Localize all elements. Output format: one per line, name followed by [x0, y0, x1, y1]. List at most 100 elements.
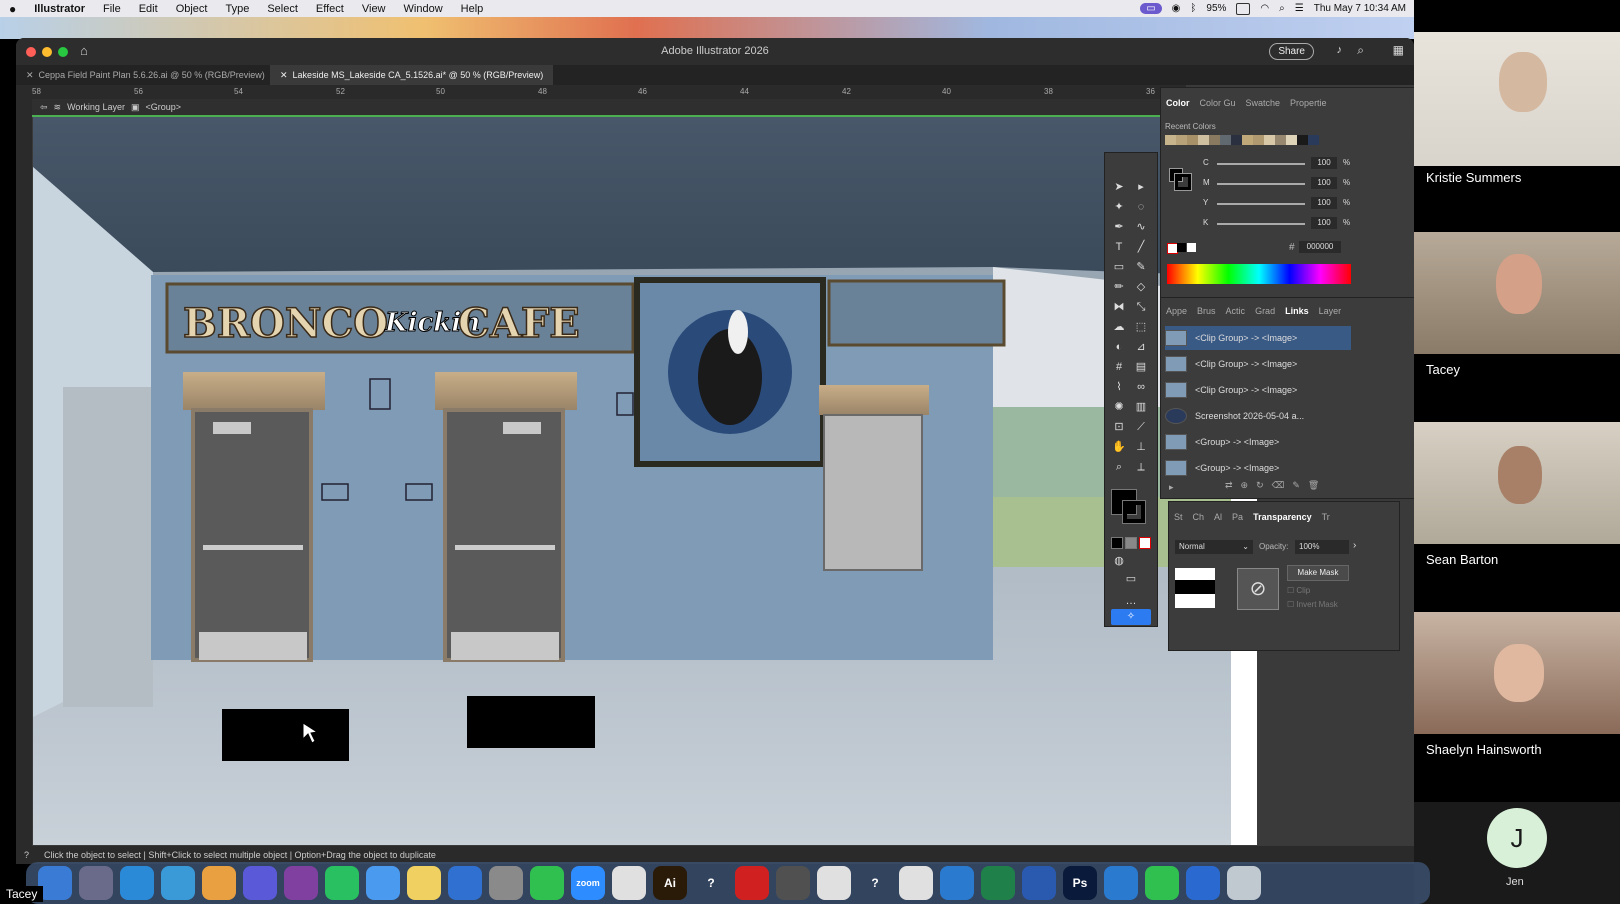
- menu-file[interactable]: File: [94, 3, 130, 15]
- recent-color-swatch[interactable]: [1176, 135, 1187, 145]
- menu-select[interactable]: Select: [258, 3, 307, 15]
- clip-checkbox[interactable]: ☐ Clip: [1287, 586, 1310, 595]
- link-row[interactable]: Screenshot 2026-05-04 a...: [1165, 404, 1351, 428]
- channel-m-slider[interactable]: [1217, 183, 1305, 185]
- horizontal-ruler[interactable]: 58 56 54 52 50 48 46 44 42 40 38 36: [16, 85, 1186, 99]
- tab-ceppa-field[interactable]: ✕ Ceppa Field Paint Plan 5.6.26.ai @ 50 …: [16, 65, 275, 85]
- dock-app-icon[interactable]: [1022, 866, 1056, 900]
- ai-assistant-button[interactable]: ✧: [1111, 609, 1151, 625]
- blend-mode-select[interactable]: Normal ⌄: [1175, 540, 1253, 554]
- recent-color-swatch[interactable]: [1264, 135, 1275, 145]
- menu-edit[interactable]: Edit: [130, 3, 167, 15]
- expand-arrow-icon[interactable]: ▸: [1169, 482, 1174, 493]
- artboard-canvas[interactable]: BRONCO Kickin CAFE: [33, 117, 1257, 845]
- channel-c-input[interactable]: 100: [1311, 157, 1337, 169]
- recent-color-swatch[interactable]: [1231, 135, 1242, 145]
- dock-app-icon[interactable]: [120, 866, 154, 900]
- bell-icon[interactable]: ♪: [1337, 44, 1343, 56]
- slice-tool-icon[interactable]: ⟋: [1133, 419, 1149, 435]
- dock-app-icon[interactable]: ?: [694, 866, 728, 900]
- zoom-tool-icon[interactable]: ⌕: [1111, 459, 1127, 475]
- link-row[interactable]: <Clip Group> -> <Image>: [1165, 326, 1351, 350]
- dock-app-icon[interactable]: [940, 866, 974, 900]
- tab-layers[interactable]: Layer: [1314, 302, 1347, 320]
- menu-type[interactable]: Type: [216, 3, 258, 15]
- dock-app-icon[interactable]: [325, 866, 359, 900]
- eyedropper-tool-icon[interactable]: ⌇: [1111, 379, 1127, 395]
- dock-app-icon[interactable]: ?: [858, 866, 892, 900]
- recent-color-swatch[interactable]: [1198, 135, 1209, 145]
- dock-app-icon[interactable]: [776, 866, 810, 900]
- chevron-right-icon[interactable]: ›: [1353, 540, 1356, 551]
- tab-brushes[interactable]: Brus: [1192, 302, 1221, 320]
- channel-y-slider[interactable]: [1217, 203, 1305, 205]
- channel-m-input[interactable]: 100: [1311, 177, 1337, 189]
- white-color-button[interactable]: [1187, 243, 1196, 252]
- apple-menu-icon[interactable]: ●: [0, 2, 25, 16]
- opacity-input[interactable]: 100%: [1295, 540, 1349, 554]
- tab-stroke[interactable]: St: [1169, 508, 1188, 526]
- make-mask-button[interactable]: Make Mask: [1287, 565, 1349, 581]
- bluetooth-icon[interactable]: ᛒ: [1190, 3, 1196, 14]
- tab-properties[interactable]: Propertie: [1285, 94, 1332, 112]
- menu-window[interactable]: Window: [395, 3, 452, 15]
- tab-color-guide[interactable]: Color Gu: [1195, 94, 1241, 112]
- recent-color-swatch[interactable]: [1253, 135, 1264, 145]
- blend-tool-icon[interactable]: ∞: [1133, 379, 1149, 395]
- screen-share-icon[interactable]: ▭: [1140, 3, 1162, 14]
- gradient-tool-icon[interactable]: ▤: [1133, 359, 1149, 375]
- hex-input[interactable]: 000000: [1299, 241, 1341, 253]
- black-color-button[interactable]: [1177, 243, 1186, 252]
- invert-mask-checkbox[interactable]: ☐ Invert Mask: [1287, 600, 1338, 609]
- selection-tool-icon[interactable]: ➤: [1111, 179, 1127, 195]
- pen-tool-icon[interactable]: ✒: [1111, 219, 1127, 235]
- curvature-tool-icon[interactable]: ∿: [1133, 219, 1149, 235]
- wifi-icon[interactable]: ◠: [1260, 3, 1269, 14]
- dock-app-icon[interactable]: [161, 866, 195, 900]
- black-box-selection[interactable]: [222, 709, 349, 761]
- breadcrumb-group[interactable]: <Group>: [145, 102, 181, 112]
- pencil-tool-icon[interactable]: ✏: [1111, 279, 1127, 295]
- recent-color-swatch[interactable]: [1165, 135, 1176, 145]
- help-icon[interactable]: ?: [24, 846, 29, 864]
- paintbrush-tool-icon[interactable]: ✎: [1133, 259, 1149, 275]
- menu-view[interactable]: View: [353, 3, 395, 15]
- object-thumbnail[interactable]: [1175, 568, 1215, 608]
- channel-y-input[interactable]: 100: [1311, 197, 1337, 209]
- gradient-mode-button[interactable]: [1125, 537, 1137, 549]
- recent-color-swatch[interactable]: [1242, 135, 1253, 145]
- recent-color-swatch[interactable]: [1187, 135, 1198, 145]
- dock-app-icon[interactable]: [1186, 866, 1220, 900]
- black-box-selection[interactable]: [467, 696, 595, 748]
- reflect-tool-icon[interactable]: ⧓: [1111, 299, 1127, 315]
- participant-tile[interactable]: Shaelyn Hainsworth: [1414, 612, 1620, 802]
- shape-builder-tool-icon[interactable]: ◐: [1111, 339, 1127, 355]
- eraser-tool-icon[interactable]: ◇: [1133, 279, 1149, 295]
- link-actions-icons[interactable]: ⇄⊕↻⌫✎🗑: [1225, 480, 1327, 491]
- link-row[interactable]: <Group> -> <Image>: [1165, 456, 1351, 480]
- dock-app-icon[interactable]: [817, 866, 851, 900]
- menubar-clock[interactable]: Thu May 7 10:34 AM: [1314, 3, 1406, 14]
- dock-app-icon[interactable]: [899, 866, 933, 900]
- record-icon[interactable]: ◉: [1172, 3, 1181, 14]
- dock-app-icon[interactable]: [1227, 866, 1261, 900]
- scale-tool-icon[interactable]: ⤡: [1133, 299, 1149, 315]
- recent-color-swatch[interactable]: [1275, 135, 1286, 145]
- dock-app-icon[interactable]: [1104, 866, 1138, 900]
- tab-transparency[interactable]: Transparency: [1248, 508, 1317, 526]
- magic-wand-tool-icon[interactable]: ✦: [1111, 199, 1127, 215]
- no-mask-icon[interactable]: ⊘: [1237, 568, 1279, 610]
- tab-swatches[interactable]: Swatche: [1241, 94, 1286, 112]
- menu-help[interactable]: Help: [452, 3, 493, 15]
- link-row[interactable]: <Group> -> <Image>: [1165, 430, 1351, 454]
- channel-k-slider[interactable]: [1217, 223, 1305, 225]
- panel-stroke-swatch[interactable]: [1174, 173, 1192, 191]
- dock-app-icon[interactable]: Ai: [653, 866, 687, 900]
- tab-lakeside[interactable]: ✕ Lakeside MS_Lakeside CA_5.1526.ai* @ 5…: [270, 65, 554, 85]
- direct-selection-tool-icon[interactable]: ▸: [1133, 179, 1149, 195]
- symbol-sprayer-tool-icon[interactable]: ✺: [1111, 399, 1127, 415]
- breadcrumb-layer[interactable]: Working Layer: [67, 102, 125, 112]
- dock-app-icon[interactable]: [735, 866, 769, 900]
- channel-c-slider[interactable]: [1217, 163, 1305, 165]
- dock-app-icon[interactable]: [1145, 866, 1179, 900]
